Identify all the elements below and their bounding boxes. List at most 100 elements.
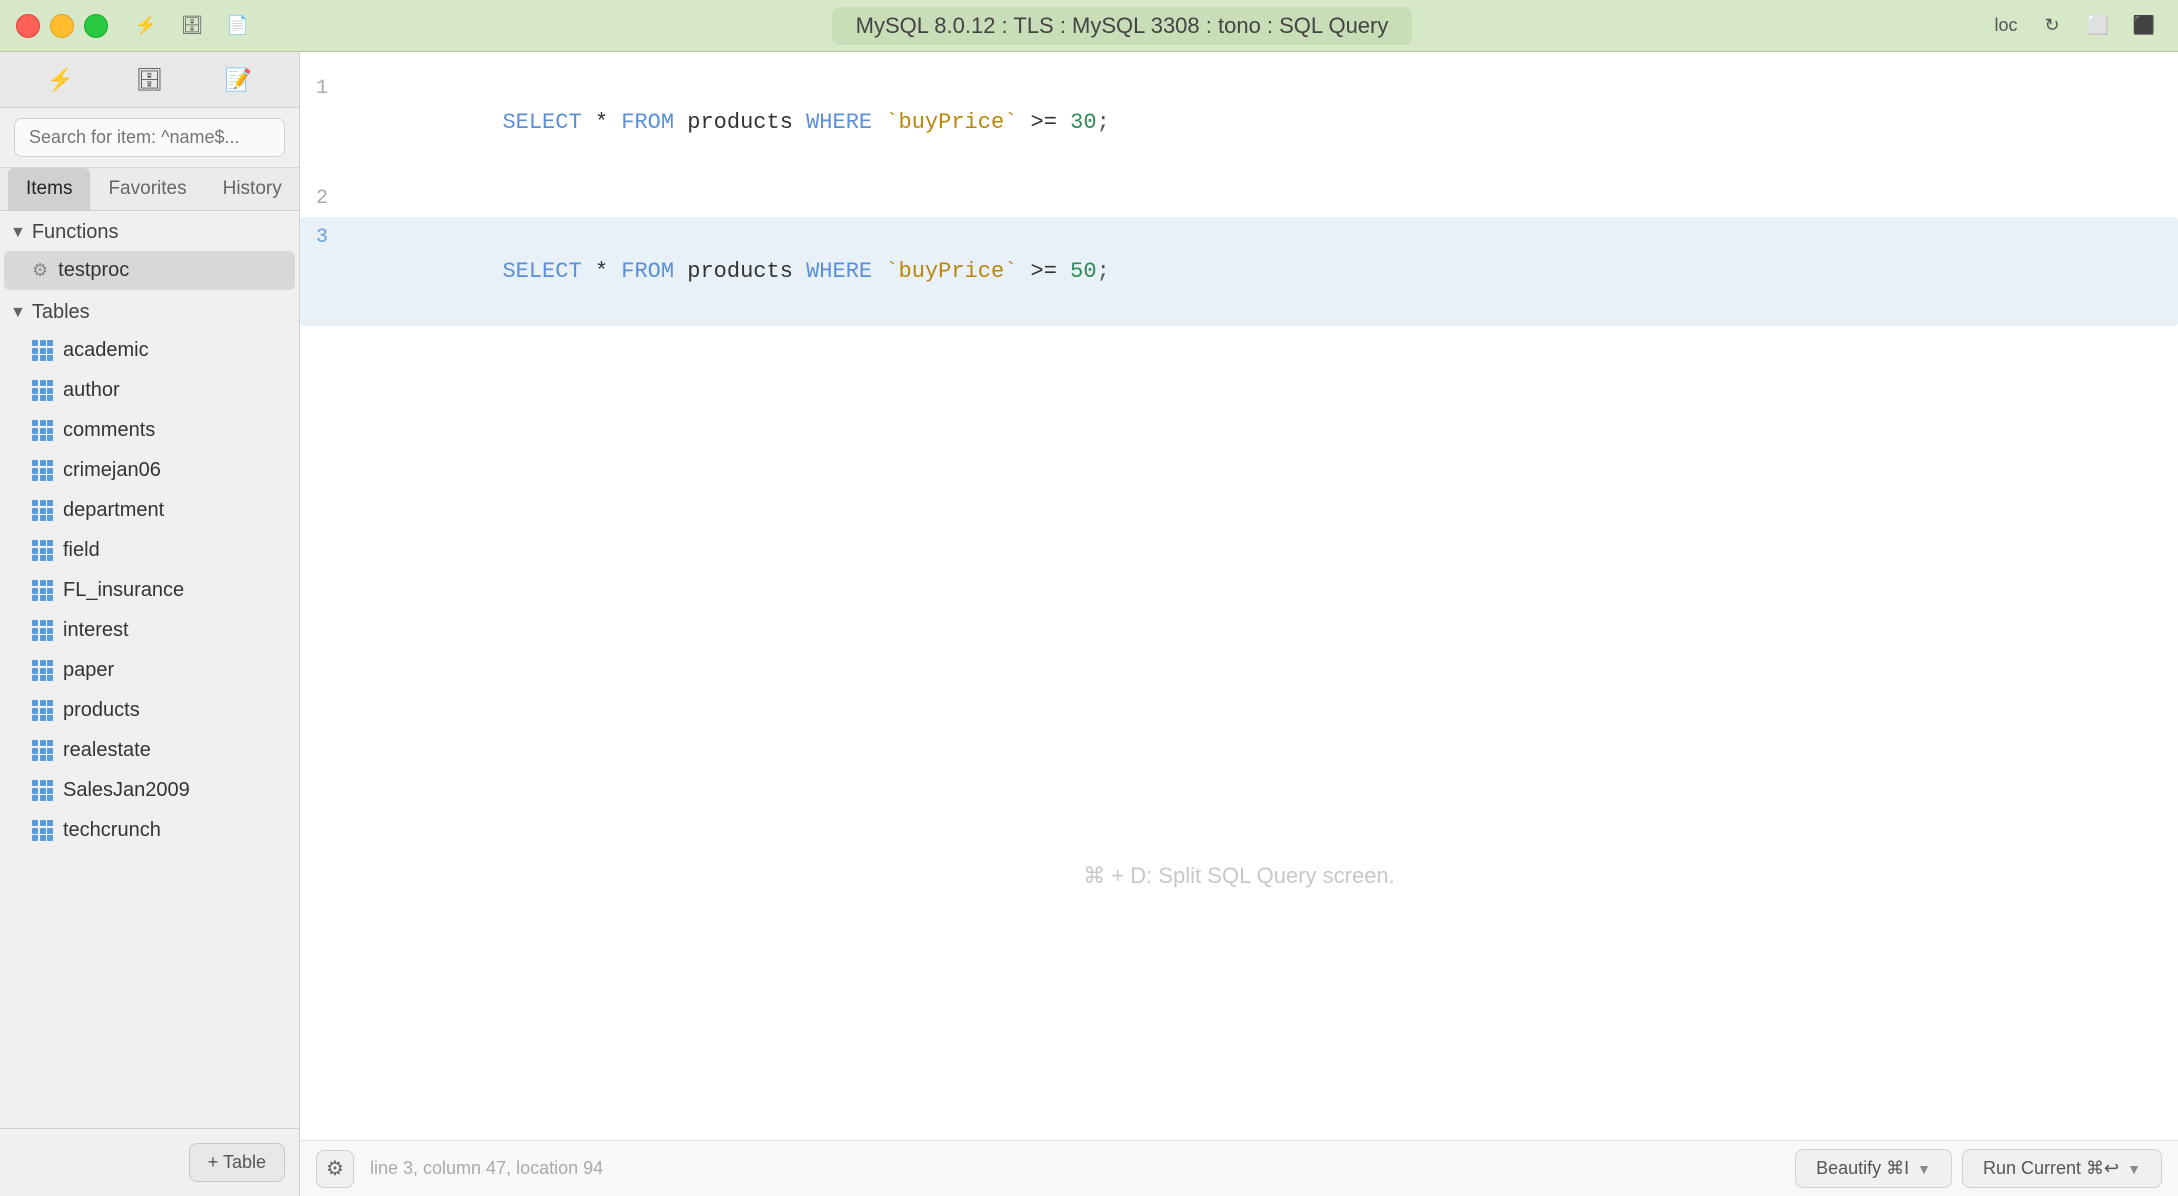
minimize-button[interactable] bbox=[50, 14, 74, 38]
run-button[interactable]: Run Current ⌘↩ ▼ bbox=[1962, 1149, 2162, 1188]
sidebar-tabs: Items Favorites History bbox=[0, 168, 299, 211]
table-grid-icon bbox=[32, 580, 53, 601]
table-grid-icon bbox=[32, 620, 53, 641]
query-icon[interactable]: 📄 bbox=[220, 8, 256, 44]
sidebar: ⚡ 🗄 📝 Items Favorites History ▼ Function… bbox=[0, 52, 300, 1196]
sidebar-item-paper[interactable]: paper bbox=[4, 651, 295, 690]
table-grid-icon bbox=[32, 380, 53, 401]
code-line-2: 2 bbox=[300, 178, 2178, 217]
func-item-label: testproc bbox=[58, 259, 129, 282]
table-item-label: FL_insurance bbox=[63, 579, 184, 602]
status-position-text: line 3, column 47, location 94 bbox=[370, 1158, 603, 1179]
sidebar-item-SalesJan2009[interactable]: SalesJan2009 bbox=[4, 771, 295, 810]
tab-favorites[interactable]: Favorites bbox=[90, 168, 204, 210]
search-input[interactable] bbox=[14, 118, 285, 157]
sidebar-item-FL_insurance[interactable]: FL_insurance bbox=[4, 571, 295, 610]
sidebar-item-comments[interactable]: comments bbox=[4, 411, 295, 450]
database-nav-icon[interactable]: 🗄 bbox=[130, 60, 170, 100]
table-grid-icon bbox=[32, 540, 53, 561]
empty-hint: ⌘ + D: Split SQL Query screen. bbox=[300, 612, 2178, 1140]
layout-icon[interactable]: ⬜ bbox=[2080, 8, 2116, 44]
traffic-lights bbox=[16, 14, 108, 38]
status-bar: ⚙ line 3, column 47, location 94 Beautif… bbox=[300, 1140, 2178, 1196]
main-container: ⚡ 🗄 📝 Items Favorites History ▼ Function… bbox=[0, 52, 2178, 1196]
titlebar: ⚡ 🗄 📄 MySQL 8.0.12 : TLS : MySQL 3308 : … bbox=[0, 0, 2178, 52]
table-item-label: academic bbox=[63, 339, 149, 362]
editor-area: 1 SELECT * FROM products WHERE `buyPrice… bbox=[300, 52, 2178, 1140]
line-number-3: 3 bbox=[300, 222, 344, 254]
table-item-label: techcrunch bbox=[63, 819, 161, 842]
table-grid-icon bbox=[32, 420, 53, 441]
status-right-actions: Beautify ⌘I ▼ Run Current ⌘↩ ▼ bbox=[1795, 1149, 2162, 1188]
connection-nav-icon[interactable]: ⚡ bbox=[41, 60, 81, 100]
tab-items[interactable]: Items bbox=[8, 168, 90, 210]
gear-icon: ⚙ bbox=[32, 260, 48, 281]
sidebar-item-products[interactable]: products bbox=[4, 691, 295, 730]
tables-chevron: ▼ bbox=[10, 304, 26, 322]
line-number-1: 1 bbox=[300, 73, 344, 105]
table-item-label: realestate bbox=[63, 739, 151, 762]
table-grid-icon bbox=[32, 660, 53, 681]
functions-chevron: ▼ bbox=[10, 224, 26, 242]
line-content-1: SELECT * FROM products WHERE `buyPrice` … bbox=[344, 70, 2178, 176]
sidebar-content: ▼ Functions ⚙ testproc ▼ Tables academic bbox=[0, 211, 299, 1128]
beautify-label: Beautify ⌘I bbox=[1816, 1158, 1909, 1179]
table-item-label: crimejan06 bbox=[63, 459, 161, 482]
connection-title: MySQL 8.0.12 : TLS : MySQL 3308 : tono :… bbox=[832, 7, 1413, 45]
table-grid-icon bbox=[32, 740, 53, 761]
titlebar-center: MySQL 8.0.12 : TLS : MySQL 3308 : tono :… bbox=[268, 7, 1976, 45]
table-grid-icon bbox=[32, 700, 53, 721]
table-grid-icon bbox=[32, 460, 53, 481]
sidebar-item-author[interactable]: author bbox=[4, 371, 295, 410]
query-nav-icon[interactable]: 📝 bbox=[219, 60, 259, 100]
tables-section-label: Tables bbox=[32, 301, 90, 324]
hint-text: ⌘ + D: Split SQL Query screen. bbox=[1083, 863, 1395, 889]
sidebar-item-interest[interactable]: interest bbox=[4, 611, 295, 650]
table-item-label: products bbox=[63, 699, 140, 722]
run-dropdown-arrow[interactable]: ▼ bbox=[2127, 1161, 2141, 1177]
line-content-3: SELECT * FROM products WHERE `buyPrice` … bbox=[344, 219, 2178, 325]
table-item-label: paper bbox=[63, 659, 114, 682]
code-line-1: 1 SELECT * FROM products WHERE `buyPrice… bbox=[300, 68, 2178, 178]
sidebar-item-field[interactable]: field bbox=[4, 531, 295, 570]
code-line-3: 3 SELECT * FROM products WHERE `buyPrice… bbox=[300, 217, 2178, 327]
sidebar-footer: + Table bbox=[0, 1128, 299, 1196]
beautify-button[interactable]: Beautify ⌘I ▼ bbox=[1795, 1149, 1952, 1188]
table-grid-icon bbox=[32, 500, 53, 521]
table-grid-icon bbox=[32, 780, 53, 801]
close-button[interactable] bbox=[16, 14, 40, 38]
maximize-button[interactable] bbox=[84, 14, 108, 38]
line-content-2 bbox=[344, 180, 2178, 215]
connection-icon[interactable]: ⚡ bbox=[128, 8, 164, 44]
sidebar-item-department[interactable]: department bbox=[4, 491, 295, 530]
functions-section-label: Functions bbox=[32, 221, 119, 244]
run-label: Run Current ⌘↩ bbox=[1983, 1158, 2119, 1179]
table-item-label: field bbox=[63, 539, 100, 562]
table-item-label: SalesJan2009 bbox=[63, 779, 190, 802]
table-grid-icon bbox=[32, 340, 53, 361]
sidebar-item-techcrunch[interactable]: techcrunch bbox=[4, 811, 295, 850]
loc-badge[interactable]: loc bbox=[1988, 8, 2024, 44]
code-editor[interactable]: 1 SELECT * FROM products WHERE `buyPrice… bbox=[300, 52, 2178, 612]
sidebar-item-realestate[interactable]: realestate bbox=[4, 731, 295, 770]
tables-section-header[interactable]: ▼ Tables bbox=[0, 291, 299, 330]
settings-button[interactable]: ⚙ bbox=[316, 1150, 354, 1188]
line-number-2: 2 bbox=[300, 183, 344, 215]
fullscreen-icon[interactable]: ⬛ bbox=[2126, 8, 2162, 44]
refresh-icon[interactable]: ↻ bbox=[2034, 8, 2070, 44]
table-grid-icon bbox=[32, 820, 53, 841]
tab-history[interactable]: History bbox=[205, 168, 300, 210]
beautify-dropdown-arrow[interactable]: ▼ bbox=[1917, 1161, 1931, 1177]
table-item-label: comments bbox=[63, 419, 155, 442]
sidebar-search-container bbox=[0, 108, 299, 168]
titlebar-right: loc ↻ ⬜ ⬛ bbox=[1988, 8, 2162, 44]
titlebar-icons: ⚡ 🗄 📄 bbox=[128, 8, 256, 44]
sidebar-item-crimejan06[interactable]: crimejan06 bbox=[4, 451, 295, 490]
functions-section-header[interactable]: ▼ Functions bbox=[0, 211, 299, 250]
database-icon[interactable]: 🗄 bbox=[174, 8, 210, 44]
add-table-label: + Table bbox=[208, 1152, 266, 1173]
add-table-button[interactable]: + Table bbox=[189, 1143, 285, 1182]
sidebar-item-academic[interactable]: academic bbox=[4, 331, 295, 370]
sidebar-item-testproc[interactable]: ⚙ testproc bbox=[4, 251, 295, 290]
table-item-label: department bbox=[63, 499, 164, 522]
